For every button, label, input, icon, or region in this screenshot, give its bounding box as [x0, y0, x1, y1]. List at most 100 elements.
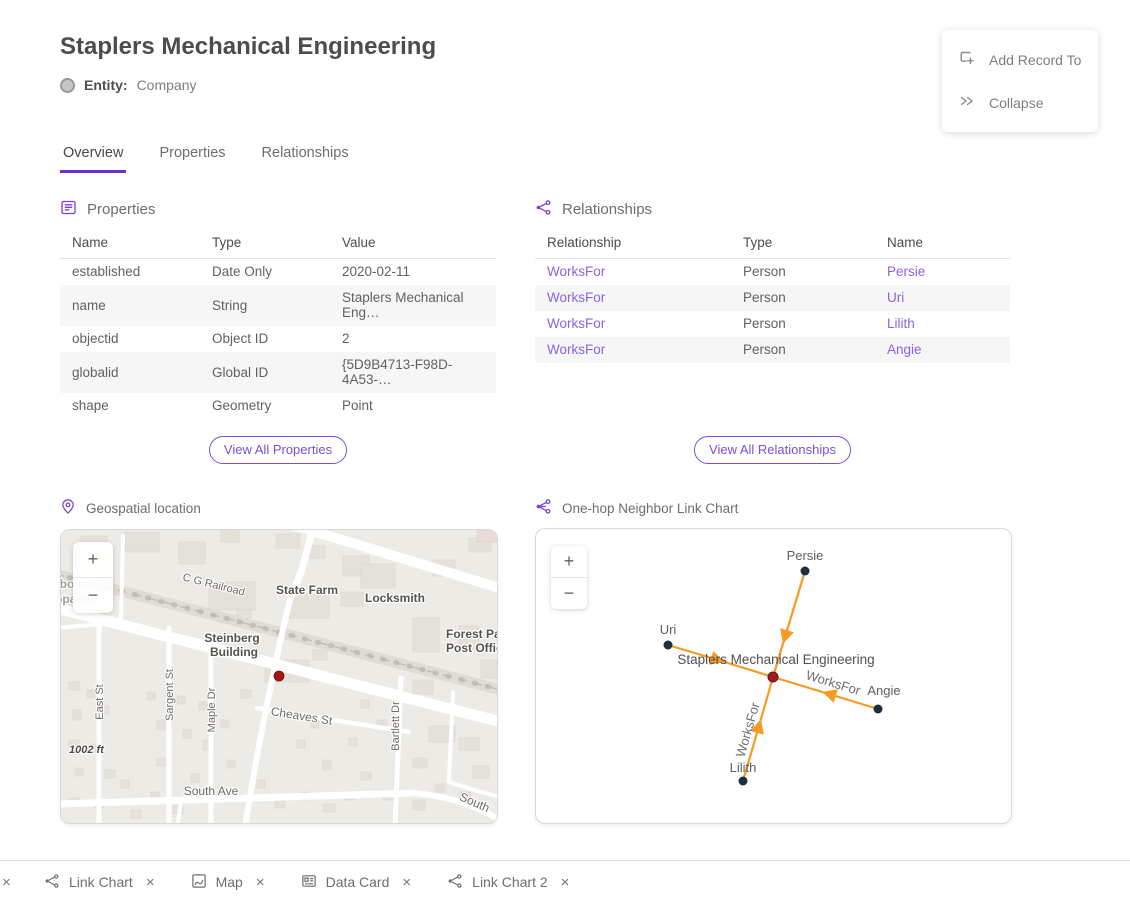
node-center-entity[interactable]	[768, 672, 778, 682]
table-row: WorksFor Person Angie	[535, 337, 1010, 363]
linkchart-section-title: One-hop Neighbor Link Chart	[562, 501, 738, 516]
relationships-section-title: Relationships	[562, 201, 652, 218]
properties-table: Name Type Value established Date Only 20…	[60, 230, 496, 419]
col-name: Name	[875, 230, 1010, 259]
context-menu: Add Record To Collapse	[942, 30, 1098, 132]
entity-type-icon	[60, 78, 75, 93]
svg-text:Locksmith: Locksmith	[365, 591, 425, 605]
rel-type: Person	[731, 259, 875, 286]
tab-properties[interactable]: Properties	[156, 145, 228, 173]
entity-label: Entity:	[84, 77, 128, 93]
svg-text:East St: East St	[94, 684, 106, 719]
related-entity-link[interactable]: Persie	[887, 264, 925, 279]
tab-link-chart-2[interactable]: Link Chart 2 ×	[447, 873, 569, 892]
prop-name: objectid	[60, 326, 200, 352]
svg-text:Forest Par: Forest Par	[446, 627, 497, 641]
close-icon[interactable]: ×	[256, 874, 265, 891]
tab-label: Link Chart 2	[472, 874, 547, 890]
svg-text:South Ave: South Ave	[184, 784, 239, 798]
link-chart-canvas[interactable]: WorksFor WorksFor Persie Uri Angie Lilit…	[536, 529, 1011, 823]
node-label: Lilith	[730, 760, 757, 775]
node-angie[interactable]	[874, 705, 883, 714]
node-lilith[interactable]	[739, 777, 748, 786]
table-row: WorksFor Person Persie	[535, 259, 1010, 286]
zoom-out-button[interactable]: −	[73, 577, 113, 613]
link-chart-icon	[447, 873, 463, 892]
link-chart-view[interactable]: WorksFor WorksFor Persie Uri Angie Lilit…	[535, 528, 1012, 824]
map-pin-icon	[60, 498, 76, 518]
map-view[interactable]: rbour opaedics C G Railroad State Farm L…	[60, 529, 498, 824]
tab-label: Link Chart	[69, 874, 133, 890]
table-row: shape Geometry Point	[60, 393, 496, 419]
basemap[interactable]: rbour opaedics C G Railroad State Farm L…	[61, 530, 497, 823]
node-uri[interactable]	[664, 641, 673, 650]
relationship-link[interactable]: WorksFor	[547, 316, 605, 331]
tab-overview[interactable]: Overview	[60, 145, 126, 173]
view-all-relationships-button[interactable]: View All Relationships	[694, 436, 851, 464]
prop-name: established	[60, 259, 200, 286]
relationship-link[interactable]: WorksFor	[547, 290, 605, 305]
tab-link-chart[interactable]: Link Chart ×	[44, 873, 155, 892]
tab-label: Map	[216, 874, 243, 890]
col-type: Type	[731, 230, 875, 259]
entity-location-marker[interactable]	[274, 671, 284, 681]
svg-text:Post Offic: Post Offic	[446, 641, 497, 655]
table-row: globalid Global ID {5D9B4713-F98D-4A53-…	[60, 352, 496, 393]
relationship-link[interactable]: WorksFor	[547, 264, 605, 279]
prop-name: name	[60, 285, 200, 326]
prop-name: globalid	[60, 352, 200, 393]
map-scale-label: 1002 ft	[69, 744, 105, 756]
menu-item-collapse[interactable]: Collapse	[942, 81, 1098, 124]
zoom-out-button[interactable]: −	[551, 577, 587, 609]
view-all-properties-button[interactable]: View All Properties	[209, 436, 347, 464]
close-icon[interactable]: ×	[146, 874, 155, 891]
relationship-link[interactable]: WorksFor	[547, 342, 605, 357]
related-entity-link[interactable]: Angie	[887, 342, 922, 357]
add-record-icon	[958, 49, 976, 70]
link-chart-icon	[44, 873, 60, 892]
page-title: Staplers Mechanical Engineering	[60, 33, 436, 61]
close-icon[interactable]: ×	[2, 874, 16, 891]
svg-text:Maple Dr: Maple Dr	[206, 687, 218, 732]
col-value: Value	[330, 230, 496, 259]
relationships-table: Relationship Type Name WorksFor Person P…	[535, 230, 1010, 363]
table-row: WorksFor Person Lilith	[535, 311, 1010, 337]
view-tab-bar: × Link Chart × Map ×	[0, 860, 1130, 903]
menu-item-add-record-to[interactable]: Add Record To	[942, 38, 1098, 81]
map-icon	[191, 873, 207, 892]
linkchart-section-header: One-hop Neighbor Link Chart	[535, 498, 738, 518]
entity-data-card-page: Staplers Mechanical Engineering Entity: …	[0, 0, 1130, 903]
collapse-icon	[958, 92, 976, 113]
table-row: WorksFor Person Uri	[535, 285, 1010, 311]
tab-map[interactable]: Map ×	[191, 873, 265, 892]
close-icon[interactable]: ×	[561, 874, 570, 891]
zoom-in-button[interactable]: +	[73, 542, 113, 577]
tab-data-card[interactable]: Data Card ×	[301, 873, 412, 892]
zoom-in-button[interactable]: +	[551, 546, 587, 577]
map-zoom-control: + −	[73, 542, 113, 613]
entity-row: Entity: Company	[60, 77, 196, 93]
svg-text:State Farm: State Farm	[276, 583, 338, 597]
col-type: Type	[200, 230, 330, 259]
svg-text:Steinberg: Steinberg	[204, 631, 259, 645]
properties-icon	[60, 199, 77, 220]
node-label: Staplers Mechanical Engineering	[677, 652, 874, 667]
node-persie[interactable]	[801, 567, 810, 576]
close-icon[interactable]: ×	[402, 874, 411, 891]
col-relationship: Relationship	[535, 230, 731, 259]
node-label: Persie	[787, 548, 824, 563]
table-row: name String Staplers Mechanical Eng…	[60, 285, 496, 326]
rel-type: Person	[731, 285, 875, 311]
rel-type: Person	[731, 337, 875, 363]
detail-tabs: Overview Properties Relationships	[60, 145, 352, 173]
link-chart-icon	[535, 498, 552, 518]
related-entity-link[interactable]: Uri	[887, 290, 904, 305]
prop-type: Global ID	[200, 352, 330, 393]
prop-value: Staplers Mechanical Eng…	[330, 285, 496, 326]
tab-relationships[interactable]: Relationships	[259, 145, 352, 173]
related-entity-link[interactable]: Lilith	[887, 316, 915, 331]
menu-item-label: Collapse	[989, 95, 1043, 111]
table-row: established Date Only 2020-02-11	[60, 259, 496, 286]
geospatial-section-title: Geospatial location	[86, 501, 201, 516]
prop-name: shape	[60, 393, 200, 419]
